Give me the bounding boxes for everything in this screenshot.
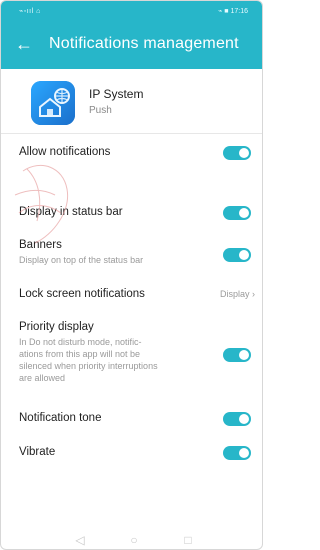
system-navbar: ◁ ○ □ [1,527,262,549]
setting-lock-screen-notifications[interactable]: Lock screen notifications Display › [19,287,257,305]
setting-banners[interactable]: Banners Display on top of the status bar [19,238,257,272]
setting-notification-tone[interactable]: Notification tone [19,411,257,429]
recents-icon[interactable]: □ [179,531,197,549]
setting-description: In Do not disturb mode, notific- ations … [19,337,158,383]
setting-label: Allow notifications [19,146,111,158]
status-right: ⌁ ■ 17:16 [218,8,248,15]
titlebar: ← Notifications management [1,29,262,65]
setting-label: Priority display [19,321,94,333]
toggle-switch[interactable] [223,412,251,426]
app-icon [31,81,75,125]
setting-label: Notification tone [19,412,102,424]
setting-vibrate[interactable]: Vibrate [19,445,257,463]
toggle-switch[interactable] [223,146,251,160]
app-info: IP System Push [19,81,249,129]
app-name: IP System [89,87,144,101]
toggle-switch[interactable] [223,348,251,362]
setting-allow-notifications[interactable]: Allow notifications [19,145,257,163]
phone-frame: ⌁◦ııl ⌂ ⌁ ■ 17:16 ← Notifications manage… [0,0,263,550]
back-icon[interactable]: ◁ [71,531,89,549]
setting-label: Vibrate [19,446,56,458]
setting-display-in-status-bar[interactable]: Display in status bar [19,205,257,223]
toggle-switch[interactable] [223,446,251,460]
app-header: ⌁◦ııl ⌂ ⌁ ■ 17:16 ← Notifications manage… [1,1,262,69]
setting-priority-display[interactable]: Priority display In Do not disturb mode,… [19,320,257,390]
setting-value-text: Display [219,289,250,299]
setting-value: Display › [220,289,255,299]
status-bar: ⌁◦ııl ⌂ ⌁ ■ 17:16 [1,1,262,23]
app-subtitle: Push [89,105,112,116]
page-title: Notifications management [49,35,239,52]
toggle-switch[interactable] [223,206,251,220]
toggle-switch[interactable] [223,248,251,262]
divider [1,133,262,134]
setting-label: Banners [19,239,62,251]
chevron-right-icon: › [252,289,255,299]
status-left: ⌁◦ııl ⌂ [19,8,41,15]
back-arrow-icon[interactable]: ← [13,33,35,55]
setting-label: Display in status bar [19,206,123,218]
home-icon[interactable]: ○ [125,531,143,549]
setting-description: Display on top of the status bar [19,255,144,265]
